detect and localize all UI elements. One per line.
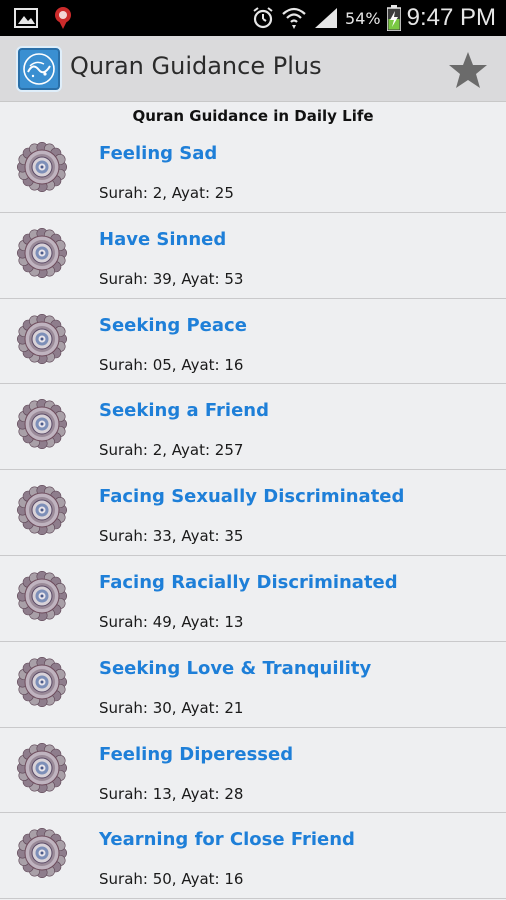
section-header: Quran Guidance in Daily Life [132, 107, 374, 125]
guidance-list: Feeling Sad Surah: 2, Ayat: 25 Have Sinn… [0, 127, 506, 900]
medallion-icon [17, 570, 67, 621]
medallion-icon [17, 656, 67, 707]
list-item[interactable]: Facing Racially Discriminated Surah: 49,… [0, 556, 506, 642]
item-title[interactable]: Facing Racially Discriminated [99, 572, 398, 593]
item-reference: Surah: 2, Ayat: 257 [99, 441, 244, 460]
pin-icon [55, 7, 71, 29]
item-title[interactable]: Yearning for Close Friend [99, 829, 355, 850]
app-title: Quran Guidance Plus [70, 52, 322, 80]
item-reference: Surah: 39, Ayat: 53 [99, 269, 244, 288]
notification-icons [14, 6, 74, 30]
list-item[interactable]: Have Sinned Surah: 39, Ayat: 53 [0, 213, 506, 299]
list-item[interactable]: Seeking a Friend Surah: 2, Ayat: 257 [0, 384, 506, 471]
item-reference: Surah: 30, Ayat: 21 [99, 698, 244, 717]
battery-charging-icon [386, 5, 401, 31]
alarm-icon [253, 7, 273, 29]
list-item[interactable]: Seeking Peace Surah: 05, Ayat: 16 [0, 299, 506, 385]
item-title[interactable]: Seeking Love & Tranquility [99, 658, 371, 679]
battery-percent: 54% [345, 8, 381, 28]
item-reference: Surah: 05, Ayat: 16 [99, 355, 244, 374]
status-bar: 54% 9:47 PM [0, 0, 506, 36]
item-title[interactable]: Facing Sexually Discriminated [99, 486, 404, 507]
item-reference: Surah: 13, Ayat: 28 [99, 784, 244, 803]
list-item[interactable]: Seeking Love & Tranquility Surah: 30, Ay… [0, 642, 506, 728]
medallion-icon [17, 313, 67, 364]
item-title[interactable]: Seeking Peace [99, 315, 247, 336]
star-icon[interactable] [448, 50, 488, 90]
action-bar: Quran Guidance Plus [0, 36, 506, 102]
item-reference: Surah: 49, Ayat: 13 [99, 612, 244, 631]
item-title[interactable]: Feeling Sad [99, 143, 217, 164]
medallion-icon [17, 399, 67, 450]
medallion-icon [17, 227, 67, 278]
list-item[interactable]: Yearning for Close Friend Surah: 50, Aya… [0, 813, 506, 900]
list-item[interactable]: Facing Sexually Discriminated Surah: 33,… [0, 470, 506, 556]
item-title[interactable]: Have Sinned [99, 229, 226, 250]
list-item[interactable]: Feeling Sad Surah: 2, Ayat: 25 [0, 127, 506, 213]
medallion-icon [17, 142, 67, 192]
list-item[interactable]: Feeling Diperessed Surah: 13, Ayat: 28 [0, 728, 506, 814]
system-icons: 54% 9:47 PM [251, 4, 496, 32]
quran-logo-icon[interactable] [16, 46, 62, 92]
medallion-icon [17, 485, 67, 536]
signal-icon [315, 8, 338, 28]
wifi-icon [282, 7, 306, 29]
medallion-icon [17, 828, 67, 879]
image-icon [14, 8, 38, 28]
item-reference: Surah: 50, Ayat: 16 [99, 870, 244, 889]
item-reference: Surah: 33, Ayat: 35 [99, 527, 244, 546]
item-title[interactable]: Seeking a Friend [99, 400, 269, 421]
clock: 9:47 PM [406, 4, 496, 31]
item-title[interactable]: Feeling Diperessed [99, 744, 293, 765]
item-reference: Surah: 2, Ayat: 25 [99, 184, 234, 202]
medallion-icon [17, 742, 67, 793]
